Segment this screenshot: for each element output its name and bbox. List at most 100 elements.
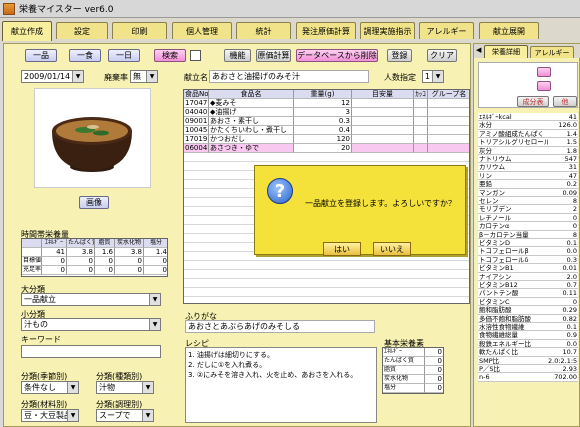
cost-button[interactable]: 原価計算: [256, 49, 291, 62]
daibunrui-select[interactable]: 一品献立 ▼: [21, 293, 161, 306]
header-cell: ｴﾈﾙｷﾞｰ: [42, 239, 67, 248]
keyword-field[interactable]: [21, 345, 161, 358]
isshoku-button[interactable]: 一食: [69, 49, 101, 62]
date-field[interactable]: 2009/01/14 ▼: [21, 70, 84, 83]
nutrient-name: 塩分: [383, 384, 425, 393]
clear-button[interactable]: クリア: [427, 49, 457, 62]
basic-nutrients-table: ｴﾈﾙｷﾞｰ 0 たんぱく質 0 脂質 0 炭水化物 0 塩分 0: [382, 347, 444, 394]
food-weight: 0.4: [294, 126, 352, 135]
row-label: 充足率: [22, 266, 42, 275]
nutrient-name: ｴﾈﾙｷﾞｰ: [383, 348, 425, 357]
table-row: 炭水化物 0: [383, 375, 443, 384]
ichinichi-button[interactable]: 一日: [108, 49, 140, 62]
table-row[interactable]: 09001 あおさ・素干し 0.3: [184, 117, 469, 126]
tab-hacchu[interactable]: 発注原価計算: [296, 22, 356, 39]
header-cell: 脂質: [95, 239, 115, 248]
chevron-down-icon[interactable]: ▼: [67, 410, 78, 421]
tab-toukei[interactable]: 統計: [236, 22, 291, 39]
nutrient-list[interactable]: ｴﾈﾙｷﾞｰkcal 41 水分 126.0 アミノ酸組成たんぱく 1.4 トリアシル…: [474, 113, 580, 383]
table-cell: [428, 144, 469, 153]
nutrient-value: 0: [572, 213, 577, 222]
tab-insatsu[interactable]: 印刷: [112, 22, 167, 39]
nutrient-name: 灰分: [479, 146, 492, 154]
nutrient-value: 0.0: [566, 247, 577, 255]
tab-kojin[interactable]: 個人管理: [172, 22, 232, 39]
other-button[interactable]: 他: [553, 96, 577, 107]
nutrient-name: ナトリウム: [479, 155, 512, 163]
furigana-field[interactable]: あおさとあぶらあげのみそしる: [185, 320, 375, 333]
image-button[interactable]: 画像: [79, 196, 109, 209]
nutrient-value: 8: [572, 230, 577, 238]
nutrient-row: トコフェロールβ 0.0: [478, 247, 578, 256]
chevron-down-icon[interactable]: ▼: [72, 71, 83, 82]
chevron-down-icon[interactable]: ▼: [149, 294, 160, 305]
nutrient-name: トリアシルグリセロール当量: [479, 138, 548, 146]
search-button[interactable]: 検索: [154, 49, 186, 62]
tab-allergy[interactable]: アレルギー: [419, 22, 474, 39]
ninzu-select[interactable]: 1 ▼: [422, 70, 444, 83]
table-row-selected[interactable]: 06004 あさつき・ゆで 20: [184, 144, 469, 153]
food-no: 17019: [184, 135, 209, 144]
tab-kondate[interactable]: 献立作成: [2, 21, 52, 41]
pink-square-button[interactable]: [537, 81, 551, 91]
function-button[interactable]: 機能: [224, 49, 251, 62]
recipe-textarea[interactable]: 1. 油揚げは細切りにする。 2. だしに①を入れ煮る。 3. ②にみそを溶き入…: [185, 347, 377, 423]
tab-eiyou-shosai[interactable]: 栄養詳細: [484, 45, 528, 58]
table-cell: [428, 99, 469, 108]
nutrient-name: ビタミンB1: [479, 264, 514, 272]
nutrient-row: 飽和脂肪酸 0.29: [478, 306, 578, 315]
table-row[interactable]: 10045 かたくちいわし・煮干し 0.4: [184, 126, 469, 135]
kisetsu-select[interactable]: 条件なし ▼: [21, 381, 79, 394]
food-weight[interactable]: 20: [294, 144, 352, 153]
seibun-button[interactable]: 成分表: [517, 96, 549, 107]
shurui-select[interactable]: 汁物 ▼: [96, 381, 154, 394]
food-name: あさつき・ゆで: [209, 144, 294, 153]
chori-select[interactable]: スープで ▼: [96, 409, 154, 422]
chevron-left-icon[interactable]: ◀: [476, 46, 481, 54]
table-row[interactable]: 17019 かつおだし 120: [184, 135, 469, 144]
header-cell: 目安量: [352, 90, 414, 99]
nutrient-value: 0: [425, 357, 443, 366]
haikiritsu-select[interactable]: 無 ▼: [130, 70, 158, 83]
register-button[interactable]: 登録: [387, 49, 412, 62]
nutrient-name: リン: [479, 171, 492, 180]
nutrient-name: トコフェロールβ: [479, 247, 529, 255]
tab-settei[interactable]: 設定: [56, 22, 108, 39]
chevron-down-icon[interactable]: ▼: [146, 71, 157, 82]
delete-db-button[interactable]: データベースから削除: [296, 49, 378, 62]
table-row: 充足率 0 0 0 0 0: [22, 266, 167, 275]
table-cell: 0: [42, 266, 67, 275]
chevron-down-icon[interactable]: ▼: [142, 410, 153, 421]
tab-allergy-side[interactable]: アレルギー: [530, 46, 574, 58]
table-row[interactable]: 17047 ◆麦みそ 12: [184, 99, 469, 108]
tab-chori[interactable]: 調理実施指示: [360, 22, 415, 39]
nutrient-row: セレン 8: [478, 197, 578, 206]
nutrient-name: トコフェロールδ: [479, 255, 529, 264]
chevron-down-icon[interactable]: ▼: [149, 319, 160, 330]
nutrient-value: 1.5: [566, 138, 577, 146]
chevron-down-icon[interactable]: ▼: [142, 382, 153, 393]
kondate-name-field[interactable]: あおさと油揚げのみそ汁: [209, 70, 369, 83]
nutrient-name: β－カロテン当量: [479, 230, 529, 238]
zairyo-select[interactable]: 豆・大豆製品類 ▼: [21, 409, 79, 422]
nutrient-row: トリアシルグリセロール当量 1.5: [478, 138, 578, 147]
chevron-down-icon[interactable]: ▼: [67, 382, 78, 393]
nutrient-row: 軟たんぱく比 10.7: [478, 348, 578, 357]
food-no: 06004: [184, 144, 209, 153]
nutrient-row: 多価不飽和脂肪酸 0.82: [478, 314, 578, 323]
list-icon[interactable]: [190, 50, 201, 61]
chevron-down-icon[interactable]: ▼: [432, 71, 443, 82]
no-button[interactable]: いいえ: [373, 242, 411, 256]
table-row[interactable]: 04040 ◆油揚げ 3: [184, 108, 469, 117]
ippin-button[interactable]: 一品: [25, 49, 57, 62]
header-cell: [22, 239, 42, 248]
header-cell: 食品No: [184, 90, 209, 99]
tab-tenkai[interactable]: 献立展開: [479, 22, 539, 39]
table-cell: [428, 108, 469, 117]
yes-button[interactable]: はい: [323, 242, 361, 256]
header-cell: 塩分: [144, 239, 167, 248]
nutrient-name: 飽和脂肪酸: [479, 306, 512, 314]
pink-square-button[interactable]: [537, 67, 551, 77]
shobunrui-select[interactable]: 汁もの ▼: [21, 318, 161, 331]
food-no: 10045: [184, 126, 209, 135]
